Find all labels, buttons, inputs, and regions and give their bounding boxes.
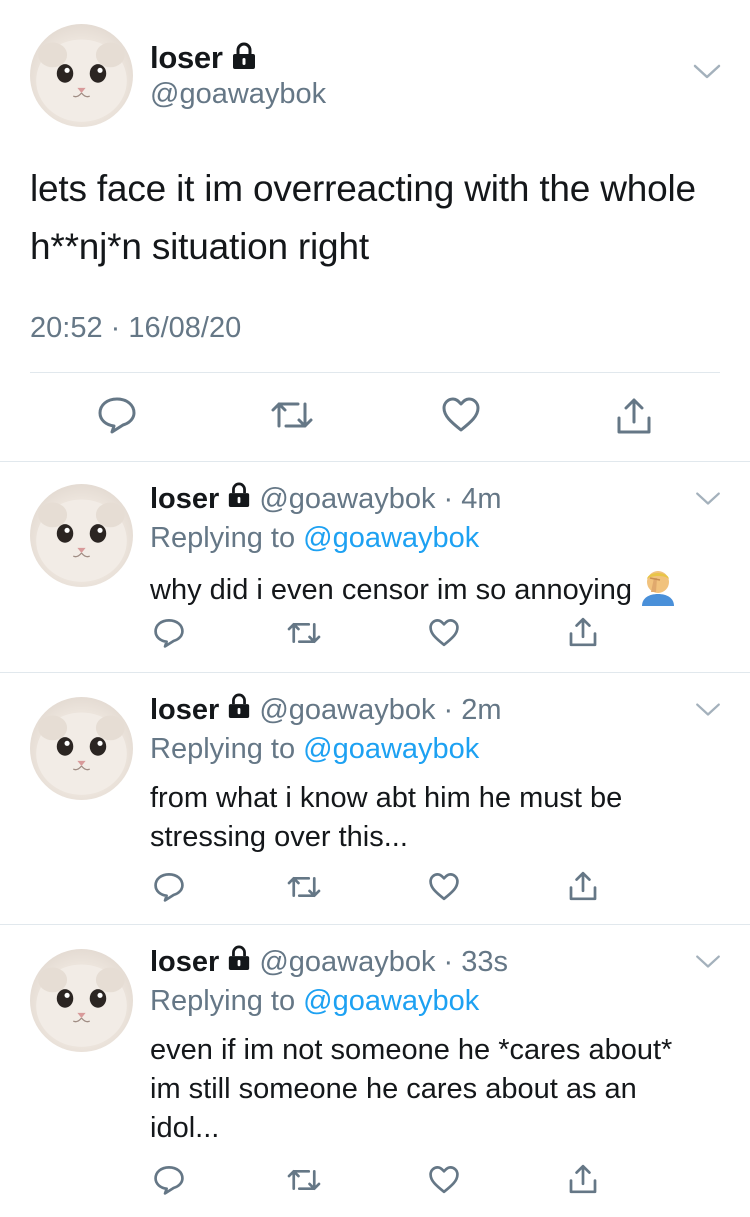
chevron-down-icon[interactable] <box>692 62 722 87</box>
handle-time[interactable]: @goawaybok · 2m <box>259 694 501 727</box>
main-tweet: loser @goawaybok lets face it im overrea… <box>0 0 750 462</box>
heart-icon[interactable] <box>428 1165 460 1200</box>
avatar[interactable] <box>30 24 133 127</box>
replying-to-link[interactable]: @goawaybok <box>303 522 479 554</box>
share-icon[interactable] <box>567 870 599 907</box>
author-row: loser @goawaybok · 2m <box>150 693 502 727</box>
chevron-down-icon[interactable] <box>694 953 722 976</box>
replying-to: Replying to @goawaybok <box>150 733 479 766</box>
author-row: loser @goawaybok · 4m <box>150 482 502 516</box>
replying-to-link[interactable]: @goawaybok <box>303 733 479 765</box>
heart-icon[interactable] <box>441 396 481 439</box>
replying-prefix: Replying to <box>150 522 304 554</box>
tweet-thread: loser @goawaybok lets face it im overrea… <box>0 0 750 1217</box>
retweet-icon[interactable] <box>286 872 322 907</box>
divider <box>30 372 720 373</box>
tweet-text-content: why did i even censor im so annoying <box>150 574 632 607</box>
avatar[interactable] <box>30 484 133 587</box>
avatar[interactable] <box>30 697 133 800</box>
replying-prefix: Replying to <box>150 985 304 1017</box>
chevron-down-icon[interactable] <box>694 701 722 724</box>
display-name[interactable]: loser <box>150 946 219 979</box>
face-palm-emoji <box>638 566 678 617</box>
reply-icon[interactable] <box>153 872 185 907</box>
heart-icon[interactable] <box>428 618 460 653</box>
retweet-icon[interactable] <box>286 618 322 653</box>
replying-prefix: Replying to <box>150 733 304 765</box>
retweet-icon[interactable] <box>270 396 314 439</box>
timestamp[interactable]: 20:52 · 16/08/20 <box>30 312 241 345</box>
lock-icon <box>231 42 257 75</box>
lock-icon <box>227 945 251 979</box>
avatar[interactable] <box>30 949 133 1052</box>
tweet-text: even if im not someone he *cares about* … <box>150 1034 673 1144</box>
author-row: loser @goawaybok · 33s <box>150 945 508 979</box>
tweet-text: from what i know abt him he must be stre… <box>150 782 623 853</box>
replying-to-link[interactable]: @goawaybok <box>303 985 479 1017</box>
display-name[interactable]: loser <box>150 694 219 727</box>
display-name[interactable]: loser <box>150 40 223 76</box>
lock-icon <box>227 693 251 727</box>
handle-time[interactable]: @goawaybok · 33s <box>259 946 508 979</box>
lock-icon <box>227 482 251 516</box>
chevron-down-icon[interactable] <box>694 490 722 513</box>
reply-tweet: loser @goawaybok · 33s Replying to @goaw… <box>0 925 750 1217</box>
heart-icon[interactable] <box>428 872 460 907</box>
replying-to: Replying to @goawaybok <box>150 985 479 1018</box>
reply-tweet: loser @goawaybok · 2m Replying to @goawa… <box>0 673 750 925</box>
tweet-text: lets face it im overreacting with the wh… <box>30 168 696 267</box>
retweet-icon[interactable] <box>286 1165 322 1200</box>
reply-icon[interactable] <box>153 618 185 653</box>
tweet-text: why did i even censor im so annoying <box>150 566 740 617</box>
reply-icon[interactable] <box>97 396 137 439</box>
share-icon[interactable] <box>567 616 599 653</box>
reply-icon[interactable] <box>153 1165 185 1200</box>
handle[interactable]: @goawaybok <box>150 78 326 111</box>
display-name[interactable]: loser <box>150 483 219 516</box>
replying-to: Replying to @goawaybok <box>150 522 479 555</box>
share-icon[interactable] <box>567 1163 599 1200</box>
handle-time[interactable]: @goawaybok · 4m <box>259 483 501 516</box>
share-icon[interactable] <box>614 396 654 441</box>
author-row: loser <box>150 40 257 76</box>
reply-tweet: loser @goawaybok · 4m Replying to @goawa… <box>0 462 750 673</box>
